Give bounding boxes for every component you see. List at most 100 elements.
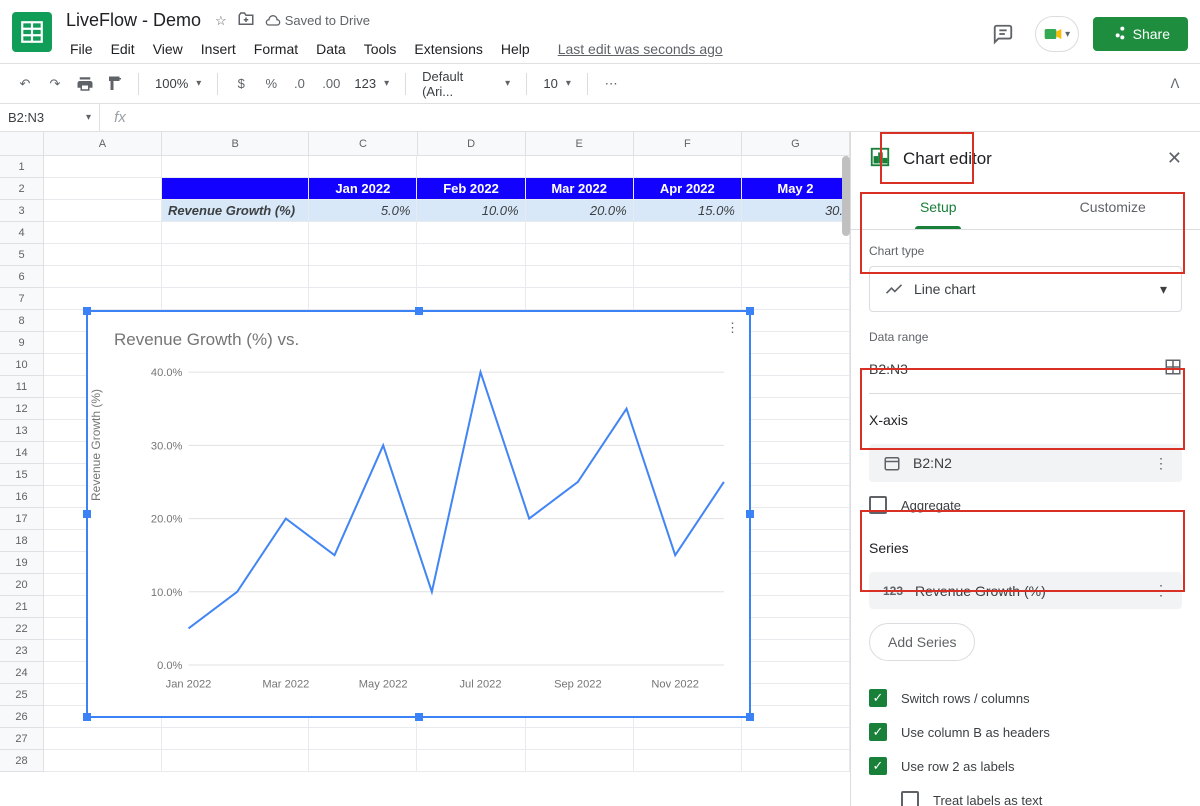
resize-handle[interactable] xyxy=(83,307,91,315)
share-button[interactable]: Share xyxy=(1093,17,1188,51)
row-header[interactable]: 15 xyxy=(0,464,43,486)
row-header[interactable]: 5 xyxy=(0,244,43,266)
grid-select-icon[interactable] xyxy=(1164,358,1182,379)
menu-help[interactable]: Help xyxy=(493,37,538,61)
spreadsheet-grid[interactable]: A B C D E F G 12345678910111213141516171… xyxy=(0,132,850,806)
add-series-button[interactable]: Add Series xyxy=(869,623,975,661)
chip-menu-icon[interactable]: ⋮ xyxy=(1154,455,1168,472)
col-header[interactable]: B xyxy=(162,132,309,155)
row-header[interactable]: 28 xyxy=(0,750,43,772)
formula-input[interactable] xyxy=(140,104,1200,131)
close-icon[interactable]: ✕ xyxy=(1167,148,1182,169)
redo-icon[interactable]: ↷ xyxy=(42,71,68,97)
menu-view[interactable]: View xyxy=(145,37,191,61)
name-box[interactable]: B2:N3 ▾ xyxy=(0,104,100,131)
meet-button[interactable]: ▾ xyxy=(1035,16,1079,52)
undo-icon[interactable]: ↶ xyxy=(12,71,38,97)
menu-insert[interactable]: Insert xyxy=(193,37,244,61)
more-formats[interactable]: 123 xyxy=(348,76,395,91)
currency-icon[interactable]: $ xyxy=(228,71,254,97)
zoom-select[interactable]: 100% xyxy=(149,76,207,91)
cell[interactable]: 10.0% xyxy=(417,200,525,221)
row-header[interactable]: 11 xyxy=(0,376,43,398)
data-range-value[interactable]: B2:N3 xyxy=(869,361,908,377)
select-all-corner[interactable] xyxy=(0,132,44,156)
chart-type-select[interactable]: Line chart ▾ xyxy=(869,266,1182,312)
paint-format-icon[interactable] xyxy=(102,71,128,97)
menu-tools[interactable]: Tools xyxy=(356,37,405,61)
chart-object[interactable]: ⋮ Revenue Growth (%) vs. Revenue Growth … xyxy=(86,310,751,718)
doc-title[interactable]: LiveFlow - Demo xyxy=(62,8,205,33)
row-header[interactable]: 22 xyxy=(0,618,43,640)
row-header[interactable]: 8 xyxy=(0,310,43,332)
print-icon[interactable] xyxy=(72,71,98,97)
cell[interactable]: 5.0% xyxy=(309,200,417,221)
row-header[interactable]: 2 xyxy=(0,178,43,200)
tab-customize[interactable]: Customize xyxy=(1026,185,1200,229)
resize-handle[interactable] xyxy=(746,713,754,721)
cell[interactable] xyxy=(162,178,309,199)
row-header[interactable]: 14 xyxy=(0,442,43,464)
xaxis-chip[interactable]: B2:N2 ⋮ xyxy=(869,444,1182,482)
resize-handle[interactable] xyxy=(746,307,754,315)
decrease-decimal-icon[interactable]: .0 xyxy=(288,71,314,97)
cell[interactable]: Feb 2022 xyxy=(417,178,525,199)
col-header[interactable]: G xyxy=(742,132,850,155)
increase-decimal-icon[interactable]: .00 xyxy=(318,71,344,97)
menu-file[interactable]: File xyxy=(62,37,101,61)
chip-menu-icon[interactable]: ⋮ xyxy=(1154,582,1168,599)
row-header[interactable]: 16 xyxy=(0,486,43,508)
switch-rows-checkbox[interactable]: ✓ xyxy=(869,689,887,707)
row-header[interactable]: 27 xyxy=(0,728,43,750)
row-header[interactable]: 17 xyxy=(0,508,43,530)
move-icon[interactable] xyxy=(237,10,255,31)
use-col-b-checkbox[interactable]: ✓ xyxy=(869,723,887,741)
menu-data[interactable]: Data xyxy=(308,37,354,61)
cell[interactable]: May 2 xyxy=(742,178,850,199)
comments-icon[interactable] xyxy=(985,16,1021,52)
font-size-select[interactable]: 10 xyxy=(537,76,577,91)
row-header[interactable]: 18 xyxy=(0,530,43,552)
row-header[interactable]: 4 xyxy=(0,222,43,244)
resize-handle[interactable] xyxy=(83,713,91,721)
col-header[interactable]: C xyxy=(309,132,417,155)
row-header[interactable]: 12 xyxy=(0,398,43,420)
col-header[interactable]: A xyxy=(44,132,162,155)
row-header[interactable]: 21 xyxy=(0,596,43,618)
cell[interactable]: Revenue Growth (%) xyxy=(162,200,309,221)
row-header[interactable]: 3 xyxy=(0,200,43,222)
tab-setup[interactable]: Setup xyxy=(851,185,1026,229)
row-header[interactable]: 10 xyxy=(0,354,43,376)
row-header[interactable]: 6 xyxy=(0,266,43,288)
row-header[interactable]: 26 xyxy=(0,706,43,728)
percent-icon[interactable]: % xyxy=(258,71,284,97)
row-header[interactable]: 9 xyxy=(0,332,43,354)
row-header[interactable]: 20 xyxy=(0,574,43,596)
row-header[interactable]: 25 xyxy=(0,684,43,706)
resize-handle[interactable] xyxy=(415,713,423,721)
last-edit-link[interactable]: Last edit was seconds ago xyxy=(550,37,731,61)
chart-menu-icon[interactable]: ⋮ xyxy=(726,320,739,336)
sheets-logo[interactable] xyxy=(12,12,52,52)
menu-edit[interactable]: Edit xyxy=(103,37,143,61)
cell[interactable]: Jan 2022 xyxy=(309,178,417,199)
col-header[interactable]: D xyxy=(418,132,526,155)
aggregate-checkbox[interactable] xyxy=(869,496,887,514)
collapse-toolbar-icon[interactable]: ᐱ xyxy=(1162,71,1188,97)
use-row-2-checkbox[interactable]: ✓ xyxy=(869,757,887,775)
resize-handle[interactable] xyxy=(83,510,91,518)
cell[interactable]: Apr 2022 xyxy=(634,178,742,199)
cell[interactable]: Mar 2022 xyxy=(526,178,634,199)
font-select[interactable]: Default (Ari... xyxy=(416,69,516,99)
treat-labels-checkbox[interactable] xyxy=(901,791,919,806)
col-header[interactable]: E xyxy=(526,132,634,155)
menu-extensions[interactable]: Extensions xyxy=(406,37,490,61)
row-header[interactable]: 24 xyxy=(0,662,43,684)
row-header[interactable]: 13 xyxy=(0,420,43,442)
resize-handle[interactable] xyxy=(415,307,423,315)
more-toolbar-icon[interactable]: ⋯ xyxy=(598,71,624,97)
resize-handle[interactable] xyxy=(746,510,754,518)
col-header[interactable]: F xyxy=(634,132,742,155)
menu-format[interactable]: Format xyxy=(246,37,306,61)
row-header[interactable]: 19 xyxy=(0,552,43,574)
